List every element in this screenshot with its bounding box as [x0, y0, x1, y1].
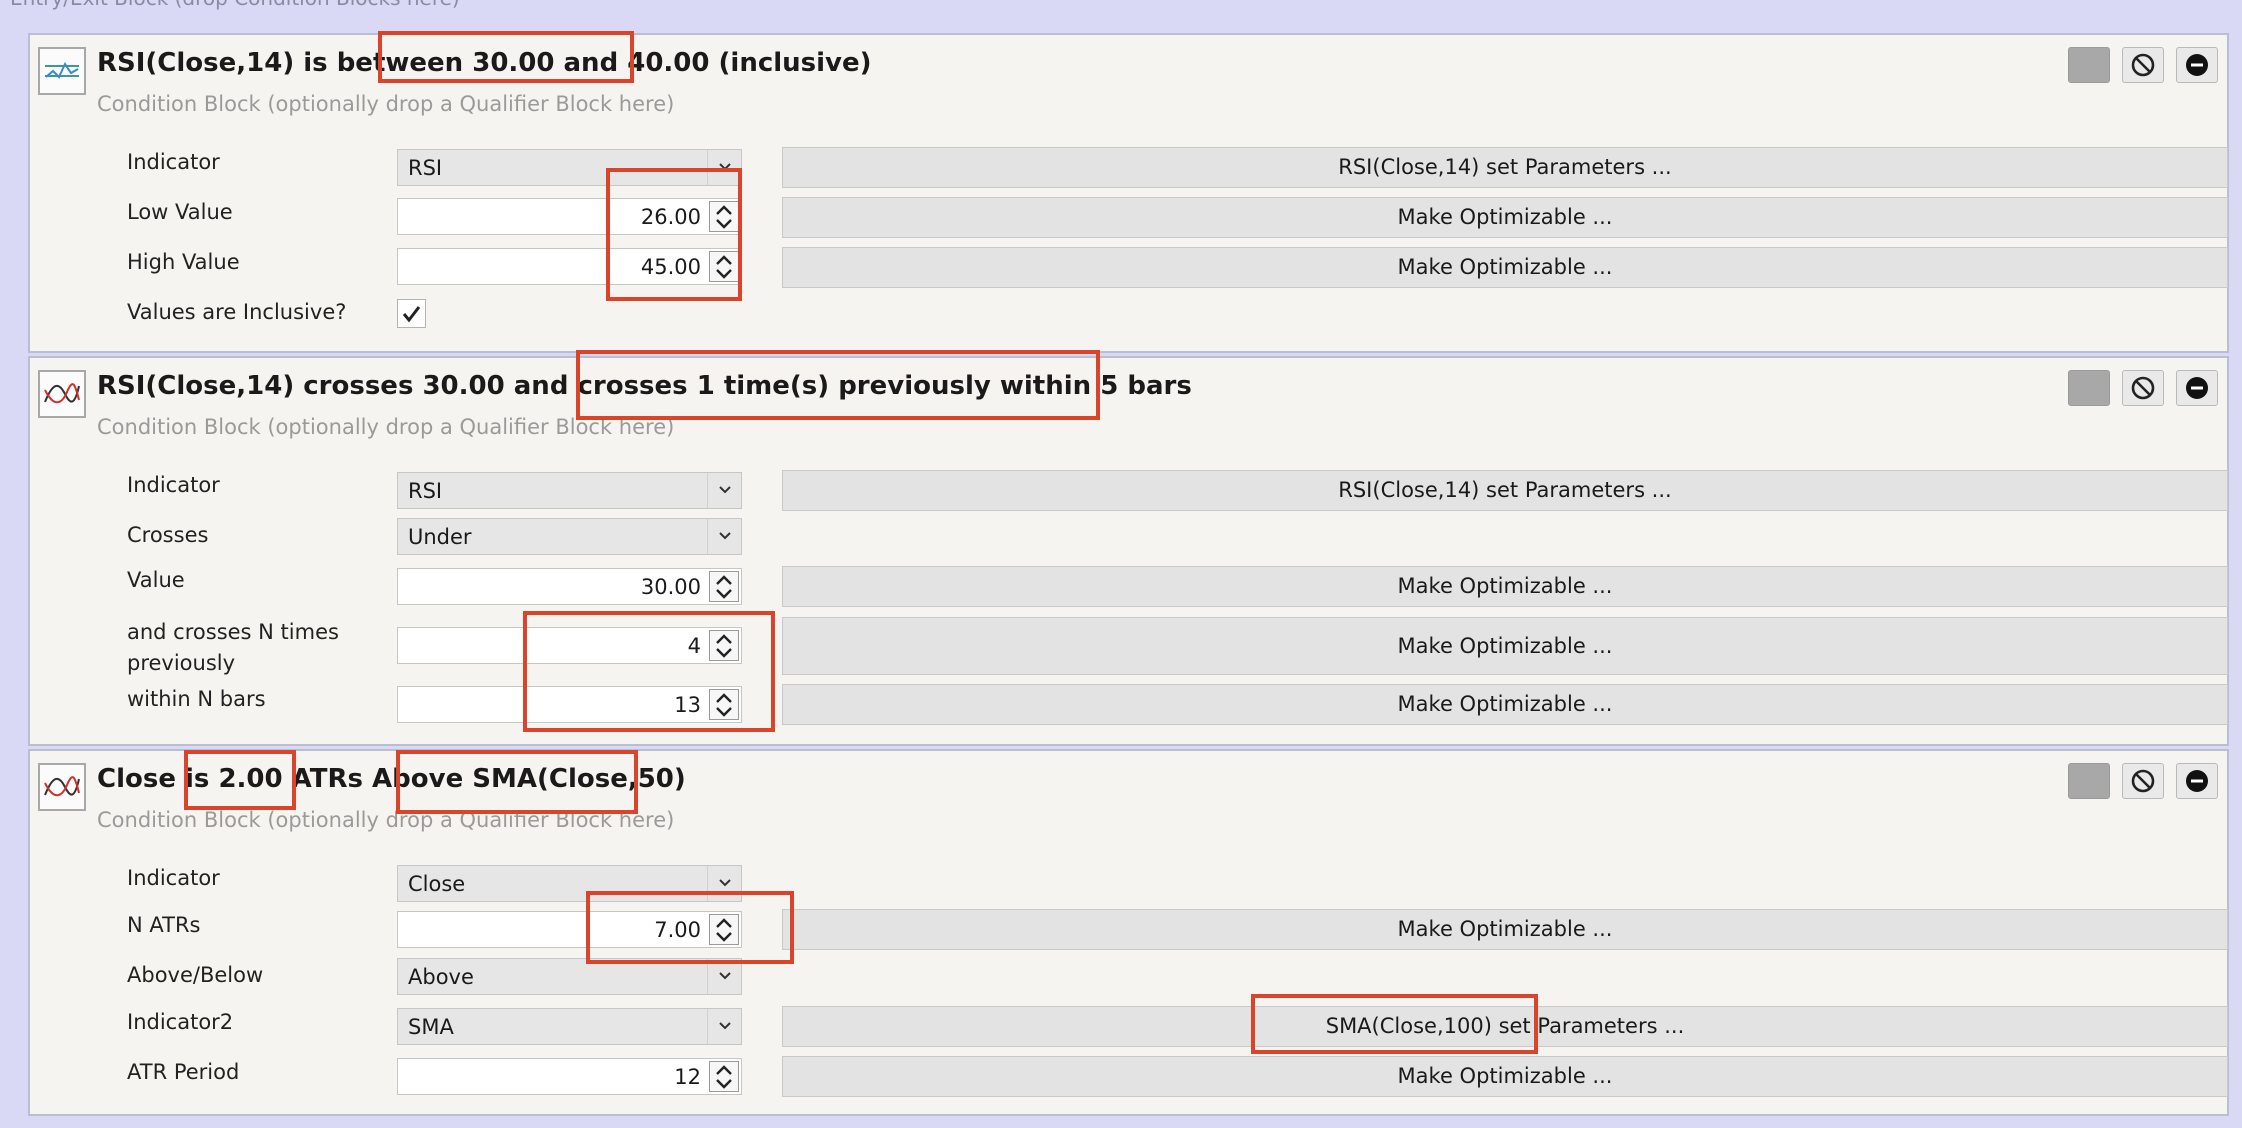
low-value-spinner[interactable]: 26.00: [397, 198, 742, 235]
block-subtitle: Condition Block (optionally drop a Quali…: [97, 415, 675, 439]
make-optimizable-button[interactable]: Make Optimizable ...: [782, 909, 2228, 950]
chevron-down-icon: [707, 150, 741, 185]
minus-circle-icon: [2186, 770, 2208, 792]
n-atrs-spinner[interactable]: 7.00: [397, 911, 742, 948]
spinner-arrows-icon[interactable]: [709, 689, 739, 720]
spinner-value: 13: [674, 693, 701, 717]
dropdown-value: RSI: [408, 479, 443, 503]
crosses-n-times-spinner[interactable]: 4: [397, 627, 742, 664]
chevron-down-icon: [707, 866, 741, 901]
block-title: Close is 2.00 ATRs Above SMA(Close,50): [97, 764, 686, 794]
block-subtitle: Condition Block (optionally drop a Quali…: [97, 808, 675, 832]
row-label-high-value: High Value: [127, 250, 240, 274]
condition-block-between[interactable]: RSI(Close,14) is between 30.00 and 40.00…: [28, 33, 2229, 353]
indicator-dropdown[interactable]: Close: [397, 865, 742, 902]
row-label-indicator2: Indicator2: [127, 1010, 234, 1034]
row-label-value: Value: [127, 568, 185, 592]
high-value-spinner[interactable]: 45.00: [397, 248, 742, 285]
spinner-value: 26.00: [640, 205, 701, 229]
block-title: RSI(Close,14) crosses 30.00 and crosses …: [97, 371, 1192, 401]
crosses-dropdown[interactable]: Under: [397, 518, 742, 555]
spinner-value: 4: [687, 634, 701, 658]
dropdown-value: RSI: [408, 156, 443, 180]
make-optimizable-button[interactable]: Make Optimizable ...: [782, 566, 2228, 607]
atr-period-spinner[interactable]: 12: [397, 1058, 742, 1095]
set-parameters-button[interactable]: RSI(Close,14) set Parameters ...: [782, 470, 2228, 511]
inclusive-checkbox[interactable]: [397, 299, 426, 328]
disable-button[interactable]: [2122, 370, 2164, 406]
disable-button[interactable]: [2122, 47, 2164, 83]
spinner-arrows-icon[interactable]: [709, 571, 739, 602]
spinner-value: 45.00: [640, 255, 701, 279]
color-swatch-button[interactable]: [2068, 370, 2110, 406]
indicator-between-icon: [38, 47, 86, 95]
disable-button[interactable]: [2122, 763, 2164, 799]
indicator-dropdown[interactable]: RSI: [397, 472, 742, 509]
make-optimizable-button[interactable]: Make Optimizable ...: [782, 1056, 2228, 1097]
spinner-arrows-icon[interactable]: [709, 201, 739, 232]
no-entry-icon: [2131, 769, 2155, 793]
dropdown-value: SMA: [408, 1015, 454, 1039]
make-optimizable-button[interactable]: Make Optimizable ...: [782, 617, 2228, 675]
remove-block-button[interactable]: [2176, 370, 2218, 406]
condition-block-atr[interactable]: Close is 2.00 ATRs Above SMA(Close,50) C…: [28, 749, 2229, 1116]
above-below-dropdown[interactable]: Above: [397, 958, 742, 995]
spinner-value: 7.00: [654, 918, 701, 942]
indicator2-dropdown[interactable]: SMA: [397, 1008, 742, 1045]
spinner-arrows-icon[interactable]: [709, 1061, 739, 1092]
value-spinner[interactable]: 30.00: [397, 568, 742, 605]
spinner-arrows-icon[interactable]: [709, 251, 739, 282]
chevron-down-icon: [707, 519, 741, 554]
dropdown-value: Under: [408, 525, 472, 549]
row-label-n-atrs: N ATRs: [127, 913, 201, 937]
no-entry-icon: [2131, 53, 2155, 77]
remove-block-button[interactable]: [2176, 763, 2218, 799]
set-parameters-button[interactable]: SMA(Close,100) set Parameters ...: [782, 1006, 2228, 1047]
make-optimizable-button[interactable]: Make Optimizable ...: [782, 197, 2228, 238]
within-n-bars-spinner[interactable]: 13: [397, 686, 742, 723]
make-optimizable-button[interactable]: Make Optimizable ...: [782, 247, 2228, 288]
indicator-crosses-icon: [38, 370, 86, 418]
indicator-dropdown[interactable]: RSI: [397, 149, 742, 186]
checkmark-icon: [402, 306, 421, 323]
minus-circle-icon: [2186, 54, 2208, 76]
spinner-value: 12: [674, 1065, 701, 1089]
label-line: previously: [127, 651, 236, 675]
remove-block-button[interactable]: [2176, 47, 2218, 83]
chevron-down-icon: [707, 473, 741, 508]
chevron-down-icon: [707, 959, 741, 994]
row-label-above-below: Above/Below: [127, 963, 264, 987]
block-subtitle: Condition Block (optionally drop a Quali…: [97, 92, 675, 116]
row-label-crosses: Crosses: [127, 523, 209, 547]
row-label-inclusive: Values are Inclusive?: [127, 300, 347, 324]
row-label-indicator: Indicator: [127, 150, 220, 174]
spinner-arrows-icon[interactable]: [709, 630, 739, 661]
entry-exit-header: Entry/Exit Block (drop Condition Blocks …: [10, 0, 460, 10]
block-title: RSI(Close,14) is between 30.00 and 40.00…: [97, 48, 872, 78]
set-parameters-button[interactable]: RSI(Close,14) set Parameters ...: [782, 147, 2228, 188]
color-swatch-button[interactable]: [2068, 763, 2110, 799]
spinner-arrows-icon[interactable]: [709, 914, 739, 945]
condition-block-crosses[interactable]: RSI(Close,14) crosses 30.00 and crosses …: [28, 356, 2229, 746]
row-label-indicator: Indicator: [127, 866, 220, 890]
row-label-crosses-n-times: and crosses N times previously: [127, 617, 339, 679]
row-label-low-value: Low Value: [127, 200, 233, 224]
row-label-indicator: Indicator: [127, 473, 220, 497]
dropdown-value: Above: [408, 965, 474, 989]
indicator-atr-icon: [38, 763, 86, 811]
make-optimizable-button[interactable]: Make Optimizable ...: [782, 684, 2228, 725]
chevron-down-icon: [707, 1009, 741, 1044]
dropdown-value: Close: [408, 872, 466, 896]
row-label-atr-period: ATR Period: [127, 1060, 240, 1084]
no-entry-icon: [2131, 376, 2155, 400]
row-label-within-n-bars: within N bars: [127, 687, 266, 711]
color-swatch-button[interactable]: [2068, 47, 2110, 83]
spinner-value: 30.00: [640, 575, 701, 599]
minus-circle-icon: [2186, 377, 2208, 399]
label-line: and crosses N times: [127, 620, 339, 644]
